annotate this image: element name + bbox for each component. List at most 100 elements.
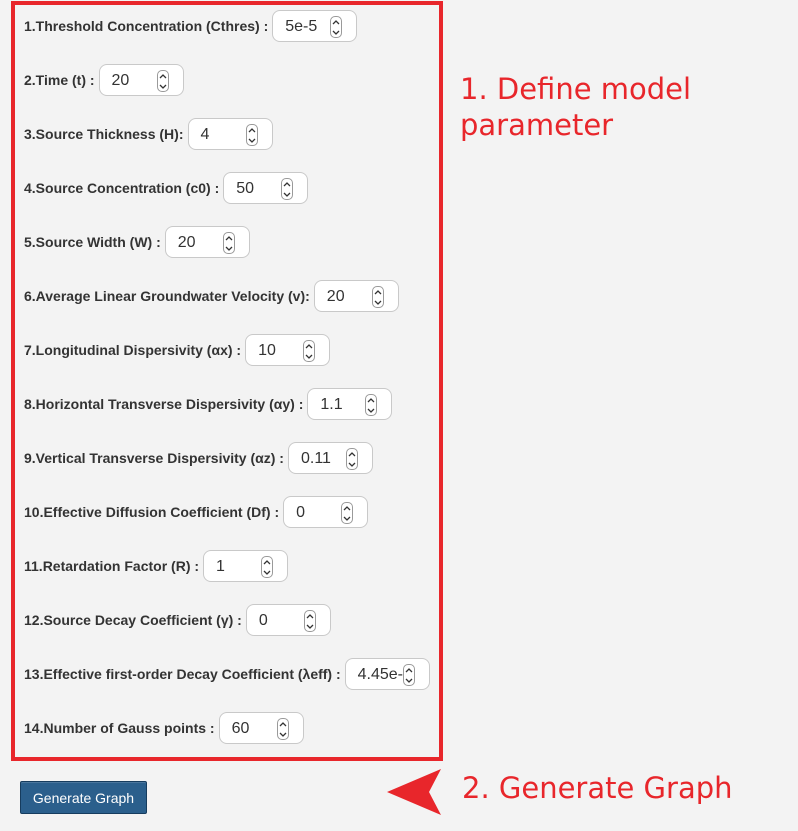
arrow-left-icon	[387, 769, 441, 815]
input-value: 20	[326, 288, 345, 305]
number-spinner[interactable]	[365, 394, 378, 416]
param-row-horizontal-dispersivity: 8.Horizontal Transverse Dispersivity (αy…	[24, 387, 393, 421]
param-row-vertical-dispersivity: 9.Vertical Transverse Dispersivity (αz) …	[24, 441, 373, 475]
source-thickness-input[interactable]: 4	[187, 118, 273, 150]
input-value: 1	[216, 558, 225, 575]
time-input[interactable]: 20	[98, 64, 184, 96]
annotation-define-parameters: 1. Define model parameter	[460, 72, 692, 142]
number-spinner[interactable]	[341, 502, 354, 524]
threshold-concentration-input[interactable]: 5e-5	[272, 10, 358, 42]
chevron-down-icon[interactable]	[305, 621, 315, 631]
number-spinner[interactable]	[303, 340, 316, 362]
number-spinner[interactable]	[402, 664, 415, 686]
input-value: 4	[200, 126, 210, 143]
chevron-down-icon[interactable]	[278, 729, 288, 739]
source-decay-input[interactable]: 0	[245, 604, 331, 636]
chevron-up-icon[interactable]	[342, 503, 352, 513]
param-row-time: 2.Time (t) : 20	[24, 63, 184, 97]
input-value: 50	[236, 180, 255, 197]
chevron-down-icon[interactable]	[262, 567, 272, 577]
chevron-down-icon[interactable]	[404, 675, 414, 685]
chevron-up-icon[interactable]	[404, 665, 414, 675]
chevron-up-icon[interactable]	[304, 341, 314, 351]
chevron-up-icon[interactable]	[373, 287, 383, 297]
input-value: 0	[296, 504, 306, 521]
chevron-up-icon[interactable]	[278, 719, 288, 729]
chevron-up-icon[interactable]	[282, 179, 292, 189]
input-value: 5e-5	[285, 18, 318, 35]
param-label: 10.Effective Diffusion Coefficient (Df) …	[24, 504, 280, 520]
diffusion-coefficient-input[interactable]: 0	[283, 496, 369, 528]
input-value: 4.45e-	[357, 666, 404, 683]
param-label: 9.Vertical Transverse Dispersivity (αz) …	[24, 450, 284, 466]
chevron-down-icon[interactable]	[347, 459, 357, 469]
chevron-down-icon[interactable]	[282, 189, 292, 199]
horizontal-dispersivity-input[interactable]: 1.1	[307, 388, 393, 420]
number-spinner[interactable]	[345, 448, 358, 470]
chevron-up-icon[interactable]	[247, 125, 257, 135]
param-label: 8.Horizontal Transverse Dispersivity (αy…	[24, 396, 304, 412]
source-width-input[interactable]: 20	[164, 226, 250, 258]
number-spinner[interactable]	[156, 70, 169, 92]
param-row-gauss-points: 14.Number of Gauss points : 60	[24, 711, 304, 745]
param-label: 12.Source Decay Coefficient (γ) :	[24, 612, 242, 628]
number-spinner[interactable]	[330, 16, 343, 38]
chevron-down-icon[interactable]	[224, 243, 234, 253]
chevron-up-icon[interactable]	[331, 17, 341, 27]
source-concentration-input[interactable]: 50	[223, 172, 309, 204]
chevron-down-icon[interactable]	[304, 351, 314, 361]
param-row-longitudinal-dispersivity: 7.Longitudinal Dispersivity (αx) : 10	[24, 333, 331, 367]
param-row-threshold-concentration: 1.Threshold Concentration (Cthres) : 5e-…	[24, 9, 358, 43]
chevron-up-icon[interactable]	[305, 611, 315, 621]
chevron-down-icon[interactable]	[366, 405, 376, 415]
input-value: 10	[258, 342, 276, 359]
chevron-down-icon[interactable]	[247, 135, 257, 145]
input-value: 1.1	[320, 396, 343, 413]
param-row-effective-decay: 13.Effective first-order Decay Coefficie…	[24, 657, 430, 691]
input-value: 20	[177, 234, 196, 251]
chevron-up-icon[interactable]	[262, 557, 272, 567]
input-value: 20	[111, 72, 130, 89]
effective-decay-input[interactable]: 4.45e-	[344, 658, 430, 690]
param-label: 13.Effective first-order Decay Coefficie…	[24, 666, 341, 682]
param-label: 3.Source Thickness (H):	[24, 126, 184, 142]
chevron-down-icon[interactable]	[342, 513, 352, 523]
parameter-highlight-box: 1.Threshold Concentration (Cthres) : 5e-…	[11, 1, 443, 761]
chevron-down-icon[interactable]	[373, 297, 383, 307]
param-row-diffusion-coefficient: 10.Effective Diffusion Coefficient (Df) …	[24, 495, 369, 529]
chevron-up-icon[interactable]	[224, 233, 234, 243]
number-spinner[interactable]	[371, 286, 384, 308]
longitudinal-dispersivity-input[interactable]: 10	[245, 334, 331, 366]
param-row-groundwater-velocity: 6.Average Linear Groundwater Velocity (v…	[24, 279, 399, 313]
chevron-up-icon[interactable]	[158, 71, 168, 81]
groundwater-velocity-input[interactable]: 20	[313, 280, 399, 312]
param-label: 5.Source Width (W) :	[24, 234, 161, 250]
param-label: 6.Average Linear Groundwater Velocity (v…	[24, 288, 310, 304]
param-row-retardation-factor: 11.Retardation Factor (R) : 1	[24, 549, 289, 583]
param-row-source-concentration: 4.Source Concentration (c0) : 50	[24, 171, 309, 205]
param-label: 14.Number of Gauss points :	[24, 720, 215, 736]
chevron-up-icon[interactable]	[347, 449, 357, 459]
annotation-generate-graph: 2. Generate Graph	[462, 771, 733, 805]
param-label: 11.Retardation Factor (R) :	[24, 558, 200, 574]
input-value: 60	[231, 720, 250, 737]
retardation-factor-input[interactable]: 1	[203, 550, 289, 582]
number-spinner[interactable]	[303, 610, 316, 632]
param-row-source-decay: 12.Source Decay Coefficient (γ) : 0	[24, 603, 331, 637]
number-spinner[interactable]	[245, 124, 258, 146]
chevron-down-icon[interactable]	[158, 81, 168, 91]
param-label: 2.Time (t) :	[24, 72, 95, 88]
chevron-down-icon[interactable]	[331, 27, 341, 37]
number-spinner[interactable]	[222, 232, 235, 254]
number-spinner[interactable]	[276, 718, 289, 740]
chevron-up-icon[interactable]	[366, 395, 376, 405]
generate-graph-button[interactable]: Generate Graph	[20, 781, 147, 814]
input-value: 0	[258, 612, 268, 629]
number-spinner[interactable]	[281, 178, 294, 200]
param-row-source-width: 5.Source Width (W) : 20	[24, 225, 250, 259]
number-spinner[interactable]	[261, 556, 274, 578]
param-label: 7.Longitudinal Dispersivity (αx) :	[24, 342, 242, 358]
vertical-dispersivity-input[interactable]: 0.11	[287, 442, 373, 474]
gauss-points-input[interactable]: 60	[218, 712, 304, 744]
param-label: 1.Threshold Concentration (Cthres) :	[24, 18, 269, 34]
